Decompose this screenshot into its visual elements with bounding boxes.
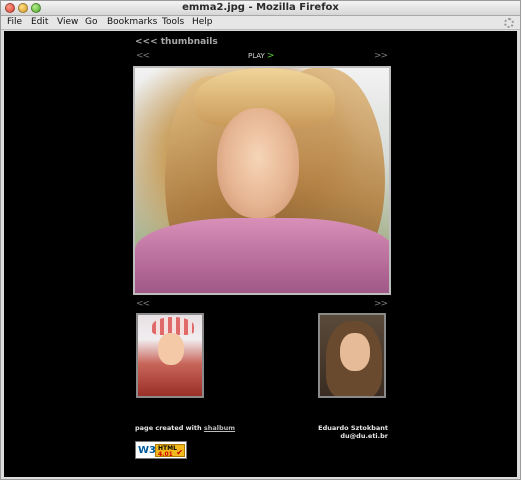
- play-slideshow-link[interactable]: PLAY >: [248, 51, 274, 61]
- page-content: <<< thumbnails << PLAY > >> << >> page cr…: [4, 31, 517, 477]
- prev-image-link[interactable]: <<: [136, 51, 150, 61]
- checkmark-icon: ✔: [176, 448, 183, 457]
- created-with-text: page created with: [135, 424, 202, 432]
- badge-version-text: 4.01: [158, 451, 173, 458]
- play-label: PLAY: [248, 52, 265, 60]
- menu-go[interactable]: Go: [85, 17, 97, 27]
- menu-tools[interactable]: Tools: [162, 17, 184, 27]
- prev-image-link-bottom[interactable]: <<: [136, 299, 150, 309]
- next-image-link[interactable]: >>: [374, 51, 388, 61]
- menu-bookmarks[interactable]: Bookmarks: [107, 17, 157, 27]
- w3c-html-valid-badge[interactable]: W3C HTML 4.01 ✔: [135, 441, 187, 459]
- window-title: emma2.jpg - Mozilla Firefox: [182, 2, 339, 13]
- author-name: Eduardo Sztokbant: [318, 424, 388, 432]
- menu-file[interactable]: File: [7, 17, 22, 27]
- next-thumbnail[interactable]: [318, 313, 386, 398]
- menu-bar: File Edit View Go Bookmarks Tools Help: [1, 16, 520, 30]
- play-arrow-icon: >: [266, 51, 275, 61]
- menu-help[interactable]: Help: [192, 17, 213, 27]
- author-email[interactable]: du@du.eti.br: [318, 432, 388, 440]
- menu-edit[interactable]: Edit: [31, 17, 48, 27]
- thumbnails-link[interactable]: <<< thumbnails: [135, 37, 218, 47]
- browser-window: emma2.jpg - Mozilla Firefox File Edit Vi…: [0, 0, 521, 480]
- next-image-link-bottom[interactable]: >>: [374, 299, 388, 309]
- author-credit: Eduardo Sztokbant du@du.eti.br: [318, 424, 388, 440]
- prev-thumbnail[interactable]: [136, 313, 204, 398]
- activity-throbber-icon: [504, 18, 514, 28]
- title-bar: emma2.jpg - Mozilla Firefox: [1, 1, 520, 16]
- main-photo: [133, 66, 391, 295]
- shalbum-link[interactable]: shalbum: [204, 424, 235, 432]
- created-with-credit: page created with shalbum: [135, 424, 235, 432]
- menu-view[interactable]: View: [57, 17, 78, 27]
